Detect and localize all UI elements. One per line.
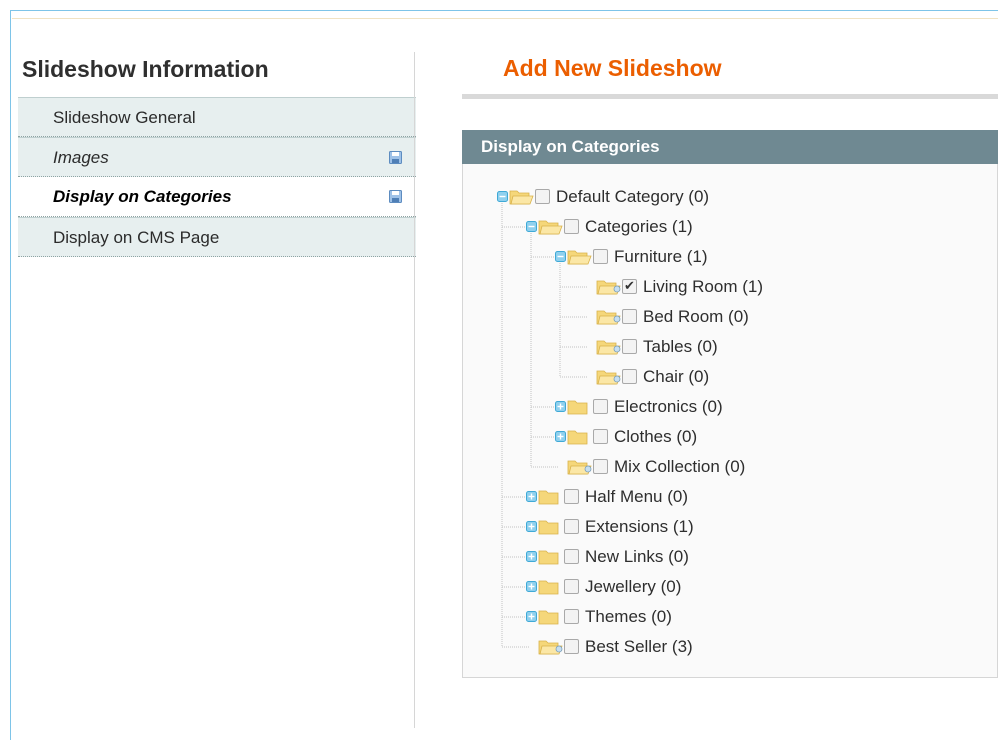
tree-node-label: Bed Room (0) xyxy=(643,307,749,326)
tree-node-label: Categories (1) xyxy=(585,217,693,236)
tree-node-checkbox[interactable] xyxy=(564,609,579,624)
tree-node-label: Half Menu (0) xyxy=(585,487,688,506)
header-divider xyxy=(12,18,998,19)
minus-toggle-icon[interactable] xyxy=(526,221,537,232)
plus-toggle-icon[interactable] xyxy=(526,611,537,622)
tab-label: Slideshow General xyxy=(53,108,196,127)
tree-node-checkbox[interactable] xyxy=(564,639,579,654)
tree-node-label: Best Seller (3) xyxy=(585,637,693,656)
folder-icon xyxy=(538,610,559,625)
tree-node-checkbox[interactable] xyxy=(593,399,608,414)
folder-icon xyxy=(596,280,621,295)
folder-icon xyxy=(567,400,588,415)
sidebar-divider xyxy=(414,52,415,728)
tab-display-on-cms-page[interactable]: Display on CMS Page xyxy=(18,217,416,257)
plus-toggle-icon[interactable] xyxy=(526,521,537,532)
tree-node-checkbox[interactable] xyxy=(622,339,637,354)
plus-toggle-icon[interactable] xyxy=(526,551,537,562)
tree-node-checkbox[interactable] xyxy=(593,429,608,444)
tree-node-checkbox[interactable] xyxy=(535,189,550,204)
tab-display-on-categories[interactable]: Display on Categories xyxy=(18,177,416,217)
tab-label: Display on Categories xyxy=(53,187,232,206)
tree-node-checkbox[interactable] xyxy=(564,219,579,234)
plus-toggle-icon[interactable] xyxy=(555,401,566,412)
panel-header: Display on Categories xyxy=(462,130,998,164)
tree-node-checkbox[interactable] xyxy=(564,489,579,504)
tree-node-label: Extensions (1) xyxy=(585,517,694,536)
folder-icon xyxy=(538,580,559,595)
tree-node-checkbox[interactable] xyxy=(564,579,579,594)
folder-icon xyxy=(538,490,559,505)
tree-node-label: Mix Collection (0) xyxy=(614,457,746,476)
tree-connector-lines xyxy=(501,203,588,648)
tree-node-label: Clothes (0) xyxy=(614,427,698,446)
tree-node-label: Chair (0) xyxy=(643,367,710,386)
folder-icon xyxy=(596,340,621,355)
folder-icon xyxy=(538,220,563,235)
tree-node-label: Tables (0) xyxy=(643,337,718,356)
tab-label: Display on CMS Page xyxy=(53,228,220,247)
sidebar-title: Slideshow Information xyxy=(22,56,269,82)
plus-toggle-icon[interactable] xyxy=(526,581,537,592)
tree-node-label: Furniture (1) xyxy=(614,247,708,266)
plus-toggle-icon[interactable] xyxy=(555,431,566,442)
minus-toggle-icon[interactable] xyxy=(555,251,566,262)
tree-node-checkbox[interactable] xyxy=(593,249,608,264)
minus-toggle-icon[interactable] xyxy=(497,191,508,202)
folder-icon xyxy=(567,430,588,445)
save-icon xyxy=(389,151,402,164)
sidebar: Slideshow Information Slideshow General … xyxy=(18,52,416,257)
folder-icon xyxy=(538,550,559,565)
folder-icon xyxy=(538,640,563,655)
tree-node-checkbox[interactable] xyxy=(564,549,579,564)
tree-node-checkbox[interactable] xyxy=(622,275,637,299)
tab-label: Images xyxy=(53,148,109,167)
tab-images[interactable]: Images xyxy=(18,137,416,177)
tree-node-checkbox[interactable] xyxy=(564,519,579,534)
folder-icon xyxy=(567,460,592,475)
tree-node-label: Default Category (0) xyxy=(556,187,710,206)
tree-node-checkbox[interactable] xyxy=(593,459,608,474)
save-icon xyxy=(389,190,402,203)
tree-node-checkbox[interactable] xyxy=(622,369,637,384)
tree-node-label: Jewellery (0) xyxy=(585,577,682,596)
folder-icon xyxy=(509,190,534,205)
page-title: Add New Slideshow xyxy=(503,55,722,81)
folder-icon xyxy=(596,370,621,385)
plus-toggle-icon[interactable] xyxy=(526,491,537,502)
tab-slideshow-general[interactable]: Slideshow General xyxy=(18,97,416,137)
title-underline xyxy=(462,94,998,99)
tree-node-label: Living Room (1) xyxy=(643,277,763,296)
tree-node-label: Themes (0) xyxy=(585,607,672,626)
folder-icon xyxy=(538,520,559,535)
tree-node-checkbox[interactable] xyxy=(622,309,637,324)
tree-node-label: Electronics (0) xyxy=(614,397,723,416)
category-tree-panel: Default Category (0) Categories (1) Furnit… xyxy=(462,164,998,678)
folder-icon xyxy=(596,310,621,325)
tree-node-label: New Links (0) xyxy=(585,547,689,566)
folder-icon xyxy=(567,250,592,265)
